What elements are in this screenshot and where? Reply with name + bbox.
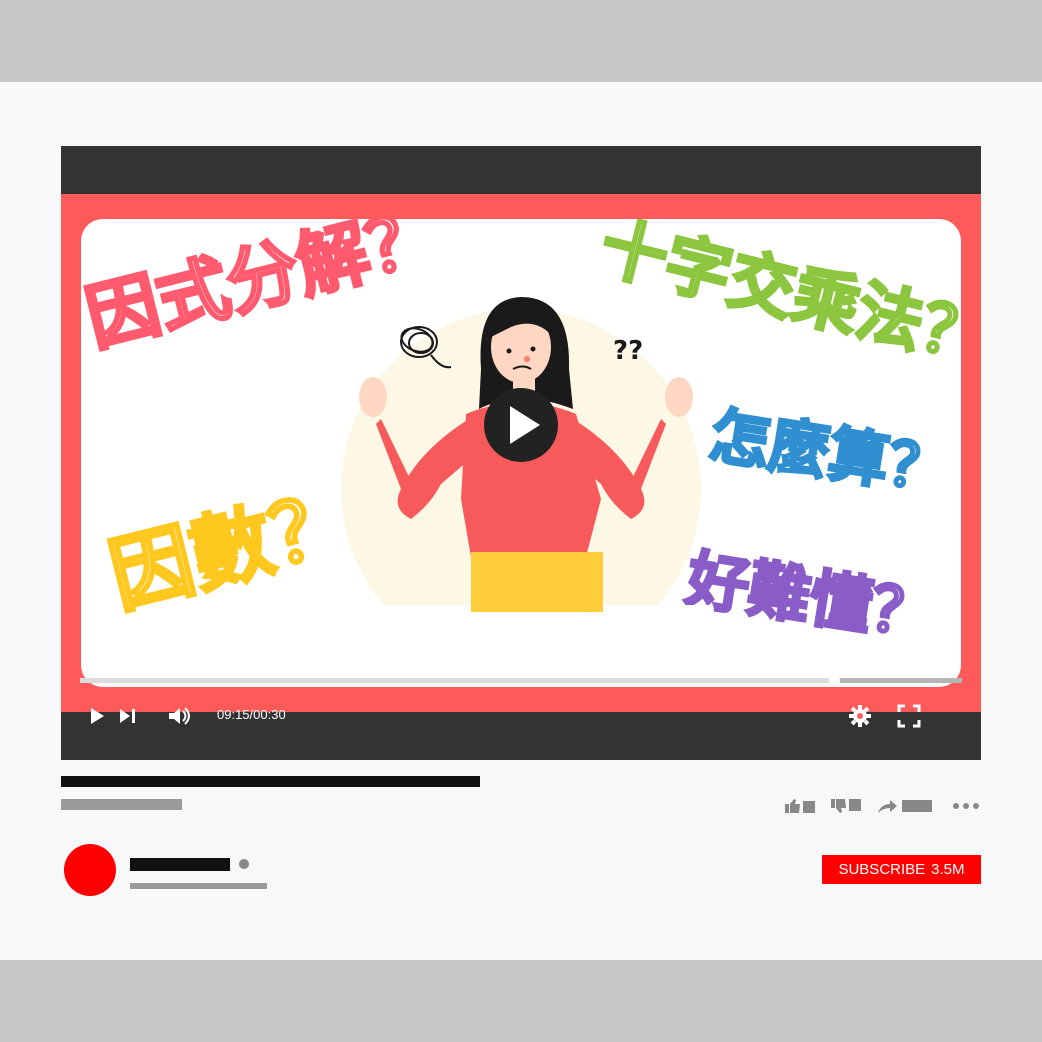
channel-name-placeholder[interactable] xyxy=(130,858,230,871)
confused-woman-illustration: ?? xyxy=(331,297,711,687)
progress-scrubber[interactable] xyxy=(829,675,840,686)
player-controls: 09:15/00:30 xyxy=(61,696,981,736)
progress-played xyxy=(80,678,834,683)
video-views-placeholder xyxy=(61,799,182,810)
subscribe-button[interactable]: SUBSCRIBE 3.5M xyxy=(822,855,981,884)
subscribe-label: SUBSCRIBE xyxy=(838,861,926,878)
volume-icon[interactable] xyxy=(168,706,192,726)
channel-avatar[interactable] xyxy=(64,844,116,896)
like-icon[interactable] xyxy=(784,797,816,815)
channel-subtitle-placeholder xyxy=(130,883,267,889)
fullscreen-icon[interactable] xyxy=(897,704,921,728)
settings-gear-icon[interactable] xyxy=(849,705,871,727)
big-play-button[interactable] xyxy=(484,388,558,462)
thought-question-marks: ?? xyxy=(613,336,643,366)
verified-dot-icon xyxy=(239,859,249,869)
subscriber-count: 3.5M xyxy=(931,861,965,878)
play-icon[interactable] xyxy=(89,707,105,725)
dislike-icon[interactable] xyxy=(830,797,862,815)
video-thumbnail[interactable]: 因式分解？ 十字交乘法？ 怎麼算？ 因數？ 好難懂？ ?? xyxy=(81,219,961,687)
video-title-placeholder xyxy=(61,776,480,787)
time-display: 09:15/00:30 xyxy=(217,707,286,722)
progress-bar[interactable] xyxy=(80,675,962,686)
share-icon[interactable] xyxy=(877,797,933,815)
next-icon[interactable] xyxy=(119,707,137,725)
more-icon[interactable] xyxy=(952,800,980,812)
